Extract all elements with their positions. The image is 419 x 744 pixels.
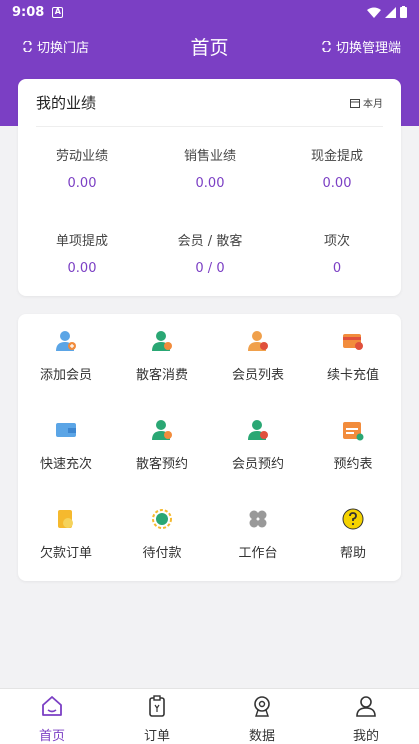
calendar-icon bbox=[350, 98, 360, 108]
walkin-consume-icon bbox=[152, 331, 172, 351]
stat-value: 0.00 bbox=[67, 176, 97, 191]
appointment-table-icon bbox=[343, 422, 364, 441]
period-selector[interactable]: 本月 bbox=[350, 95, 383, 110]
stat-label: 项次 bbox=[323, 234, 350, 249]
add-member-button[interactable]: 添加会员 bbox=[18, 330, 114, 383]
quick-recharge-icon bbox=[56, 423, 76, 437]
stat-label: 销售业绩 bbox=[183, 149, 236, 164]
tab-home-label: 首页 bbox=[38, 729, 65, 744]
stat-item-count: 项次 0 bbox=[273, 230, 401, 276]
quick-recharge-button[interactable]: 快速充次 bbox=[18, 419, 114, 472]
debt-order-label: 欠款订单 bbox=[39, 546, 92, 561]
wifi-icon bbox=[367, 7, 381, 18]
walkin-appointment-icon bbox=[152, 420, 172, 440]
walkin-consume-button[interactable]: 散客消费 bbox=[114, 330, 210, 383]
stat-sales: 销售业绩 0.00 bbox=[146, 145, 274, 191]
functions-card: 添加会员 散客消费 会员列表 续卡充值 快速充次 散客预约 会员预约 预约表 欠… bbox=[18, 314, 401, 581]
tab-order-label: 订单 bbox=[143, 729, 170, 744]
stat-member-walkin: 会员 / 散客 0 / 0 bbox=[146, 230, 274, 276]
workbench-icon bbox=[249, 510, 267, 528]
app-header: 切换门店 首页 切换管理端 bbox=[0, 28, 419, 64]
tab-profile[interactable]: 我的 bbox=[314, 695, 418, 744]
switch-icon bbox=[322, 40, 331, 52]
member-list-button[interactable]: 会员列表 bbox=[210, 330, 306, 383]
performance-title: 我的业绩 bbox=[36, 94, 97, 112]
appointment-table-button[interactable]: 预约表 bbox=[305, 419, 401, 472]
switch-admin-button[interactable]: 切换管理端 bbox=[321, 37, 401, 56]
add-member-icon bbox=[56, 331, 76, 351]
member-appointment-label: 会员预约 bbox=[231, 457, 284, 472]
card-recharge-button[interactable]: 续卡充值 bbox=[305, 330, 401, 383]
help-label: 帮助 bbox=[339, 546, 366, 561]
stat-value: 0.00 bbox=[67, 261, 97, 276]
stat-value: 0 / 0 bbox=[195, 261, 225, 276]
pending-payment-icon bbox=[152, 509, 172, 529]
walkin-appointment-label: 散客预约 bbox=[135, 457, 188, 472]
performance-card: 我的业绩 本月 劳动业绩 0.00 销售业绩 0.00 现金提成 0.00 单项… bbox=[18, 79, 401, 296]
tab-data-label: 数据 bbox=[248, 729, 275, 744]
stat-cash-commission: 现金提成 0.00 bbox=[273, 145, 401, 191]
quick-recharge-label: 快速充次 bbox=[39, 457, 92, 472]
stat-label: 单项提成 bbox=[55, 234, 108, 249]
profile-icon bbox=[356, 696, 376, 717]
tab-order[interactable]: 订单 bbox=[105, 695, 209, 744]
status-time: 9:08 bbox=[12, 4, 45, 20]
tab-home[interactable]: 首页 bbox=[0, 695, 104, 744]
debt-order-icon bbox=[58, 510, 73, 528]
home-icon bbox=[42, 696, 62, 716]
bottom-tab-bar: 首页 订单 数据 我的 bbox=[0, 688, 419, 744]
member-appointment-button[interactable]: 会员预约 bbox=[210, 419, 306, 472]
tab-profile-label: 我的 bbox=[352, 729, 379, 744]
help-icon bbox=[342, 508, 364, 530]
walkin-appointment-button[interactable]: 散客预约 bbox=[114, 419, 210, 472]
stat-value: 0.00 bbox=[322, 176, 352, 191]
tab-data[interactable]: 数据 bbox=[210, 695, 314, 744]
status-bar: 9:08 A bbox=[0, 0, 419, 24]
stat-label: 现金提成 bbox=[310, 149, 363, 164]
add-member-label: 添加会员 bbox=[39, 368, 92, 383]
help-button[interactable]: 帮助 bbox=[305, 508, 401, 561]
stat-value: 0 bbox=[332, 261, 342, 276]
appointment-table-label: 预约表 bbox=[333, 457, 373, 472]
stat-label: 会员 / 散客 bbox=[177, 234, 243, 249]
workbench-button[interactable]: 工作台 bbox=[210, 508, 306, 561]
stat-labor: 劳动业绩 0.00 bbox=[18, 145, 146, 191]
performance-header: 我的业绩 本月 bbox=[36, 79, 383, 127]
data-icon bbox=[254, 696, 270, 717]
card-recharge-icon bbox=[343, 334, 363, 350]
member-list-label: 会员列表 bbox=[231, 368, 284, 383]
stat-item-commission: 单项提成 0.00 bbox=[18, 230, 146, 276]
debt-order-button[interactable]: 欠款订单 bbox=[18, 508, 114, 561]
period-label: 本月 bbox=[363, 99, 383, 110]
member-appointment-icon bbox=[248, 420, 268, 440]
signal-icon bbox=[385, 6, 396, 18]
switch-admin-label: 切换管理端 bbox=[335, 40, 401, 56]
pending-payment-button[interactable]: 待付款 bbox=[114, 508, 210, 561]
order-icon bbox=[149, 695, 165, 717]
battery-icon bbox=[400, 6, 407, 18]
stat-label: 劳动业绩 bbox=[55, 149, 108, 164]
card-recharge-label: 续卡充值 bbox=[326, 368, 379, 383]
workbench-label: 工作台 bbox=[238, 546, 278, 561]
stat-value: 0.00 bbox=[195, 176, 225, 191]
walkin-consume-label: 散客消费 bbox=[135, 368, 188, 383]
member-list-icon bbox=[248, 331, 268, 351]
notification-icon: A bbox=[52, 6, 64, 18]
pending-payment-label: 待付款 bbox=[142, 546, 182, 561]
